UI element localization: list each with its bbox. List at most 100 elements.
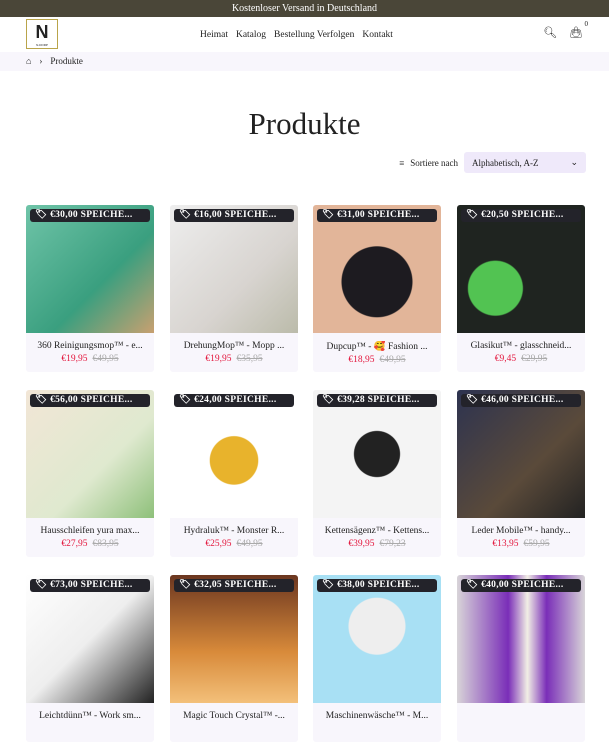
product-title[interactable]: Kettensägenz™ - Kettens... [313, 526, 441, 536]
product-image[interactable]: 🏷︎ €30,00 SPEICHE... [26, 205, 154, 333]
product-image[interactable]: 🏷︎ €24,00 SPEICHE... [170, 390, 298, 518]
discount-badge: 🏷︎ €24,00 SPEICHE... [174, 394, 294, 407]
product-title[interactable]: DrehungMop™ - Mopp ... [170, 341, 298, 351]
product-image[interactable]: 🏷︎ €31,00 SPEICHE... [313, 205, 441, 333]
sale-price: €13,95 [492, 539, 519, 549]
cart-count: 0 [584, 20, 589, 28]
tag-icon: 🏷︎ [179, 210, 192, 220]
discount-badge: 🏷︎ €40,00 SPEICHE... [461, 579, 581, 592]
tag-icon: 🏷︎ [466, 395, 479, 405]
product-card[interactable]: 🏷︎ €46,00 SPEICHE... Leder Mobile™ - han… [457, 390, 585, 557]
product-card[interactable]: 🏷︎ €38,00 SPEICHE... Maschinenwäsche™ - … [313, 575, 441, 742]
discount-badge: 🏷︎ €46,00 SPEICHE... [461, 394, 581, 407]
logo[interactable]: N N-DORP [26, 19, 58, 49]
nav-bestellung[interactable]: Bestellung Verfolgen [274, 30, 354, 40]
product-card[interactable]: 🏷︎ €16,00 SPEICHE... DrehungMop™ - Mopp … [170, 205, 298, 372]
discount-badge: 🏷︎ €16,00 SPEICHE... [174, 209, 294, 222]
tag-icon: 🏷︎ [466, 580, 479, 590]
tag-icon: 🏷︎ [179, 580, 192, 590]
sale-price: €19,95 [205, 354, 232, 364]
tag-icon: 🏷︎ [35, 580, 48, 590]
product-card[interactable]: 🏷︎ €32,05 SPEICHE... Magic Touch Crystal… [170, 575, 298, 742]
main-nav: Heimat Katalog Bestellung Verfolgen Kont… [200, 17, 393, 52]
discount-badge: 🏷︎ €38,00 SPEICHE... [317, 579, 437, 592]
announcement-bar: Kostenloser Versand in Deutschland [0, 0, 609, 17]
original-price: €49,95 [236, 539, 263, 549]
product-title[interactable]: Dupcup™ - 🥰 Fashion ... [313, 341, 441, 352]
badge-text: €30,00 SPEICHE... [50, 210, 133, 220]
product-title[interactable]: Magic Touch Crystal™ -... [170, 711, 298, 721]
sale-price: €39,95 [348, 539, 375, 549]
badge-text: €32,05 SPEICHE... [194, 580, 277, 590]
product-image[interactable]: 🏷︎ €20,50 SPEICHE... [457, 205, 585, 333]
product-image[interactable]: 🏷︎ €40,00 SPEICHE... [457, 575, 585, 703]
sale-price: €25,95 [205, 539, 232, 549]
discount-badge: 🏷︎ €31,00 SPEICHE... [317, 209, 437, 222]
search-icon[interactable]: 🔍︎ [543, 26, 557, 39]
logo-sub: N-DORP [36, 43, 48, 47]
discount-badge: 🏷︎ €32,05 SPEICHE... [174, 579, 294, 592]
page-title: Produkte [248, 106, 361, 141]
sale-price: €18,95 [348, 355, 375, 365]
product-card[interactable]: 🏷︎ €40,00 SPEICHE... [457, 575, 585, 742]
filter-lines-icon: ≡ [399, 157, 405, 168]
sale-price: €19,95 [61, 354, 88, 364]
nav-kontakt[interactable]: Kontakt [362, 30, 393, 40]
original-price: €83,95 [92, 539, 119, 549]
badge-text: €16,00 SPEICHE... [194, 210, 277, 220]
product-image[interactable]: 🏷︎ €38,00 SPEICHE... [313, 575, 441, 703]
product-title[interactable]: Hydraluk™ - Monster R... [170, 526, 298, 536]
sort-label: Sortiere nach [410, 157, 458, 168]
product-image[interactable]: 🏷︎ €73,00 SPEICHE... [26, 575, 154, 703]
product-image[interactable]: 🏷︎ €56,00 SPEICHE... [26, 390, 154, 518]
product-image[interactable]: 🏷︎ €39,28 SPEICHE... [313, 390, 441, 518]
tag-icon: 🏷︎ [466, 210, 479, 220]
original-price: €49,95 [92, 354, 119, 364]
product-card[interactable]: 🏷︎ €24,00 SPEICHE... Hydraluk™ - Monster… [170, 390, 298, 557]
product-image[interactable]: 🏷︎ €32,05 SPEICHE... [170, 575, 298, 703]
tag-icon: 🏷︎ [322, 210, 335, 220]
product-card[interactable]: 🏷︎ €31,00 SPEICHE... Dupcup™ - 🥰 Fashion… [313, 205, 441, 372]
product-card[interactable]: 🏷︎ €56,00 SPEICHE... Hausschleifen yura … [26, 390, 154, 557]
badge-text: €40,00 SPEICHE... [481, 580, 564, 590]
product-card[interactable]: 🏷︎ €73,00 SPEICHE... Leichtdünn™ - Work … [26, 575, 154, 742]
badge-text: €20,50 SPEICHE... [481, 210, 564, 220]
home-icon[interactable]: ⌂ [26, 52, 31, 71]
badge-text: €24,00 SPEICHE... [194, 395, 277, 405]
product-image[interactable]: 🏷︎ €16,00 SPEICHE... [170, 205, 298, 333]
tag-icon: 🏷︎ [35, 395, 48, 405]
product-title[interactable]: 360 Reinigungsmop™ - e... [26, 341, 154, 351]
product-title[interactable]: Maschinenwäsche™ - M... [313, 711, 441, 721]
product-card[interactable]: 🏷︎ €30,00 SPEICHE... 360 Reinigungsmop™ … [26, 205, 154, 372]
product-title[interactable]: Glasikut™ - glasschneid... [457, 341, 585, 351]
nav-katalog[interactable]: Katalog [236, 30, 266, 40]
product-title[interactable]: Leichtdünn™ - Work sm... [26, 711, 154, 721]
sort-control: ≡ Sortiere nach Alphabetisch, A-Z ⌄ [399, 152, 586, 173]
product-title[interactable]: Leder Mobile™ - handy... [457, 526, 585, 536]
badge-text: €31,00 SPEICHE... [337, 210, 420, 220]
discount-badge: 🏷︎ €73,00 SPEICHE... [30, 579, 150, 592]
original-price: €59,95 [523, 539, 550, 549]
badge-text: €39,28 SPEICHE... [337, 395, 420, 405]
chevron-right-icon: › [39, 56, 43, 66]
nav-heimat[interactable]: Heimat [200, 30, 228, 40]
tag-icon: 🏷︎ [179, 395, 192, 405]
product-title[interactable]: Hausschleifen yura max... [26, 526, 154, 536]
badge-text: €73,00 SPEICHE... [50, 580, 133, 590]
badge-text: €46,00 SPEICHE... [481, 395, 564, 405]
sort-value: Alphabetisch, A-Z [472, 157, 539, 168]
logo-letter: N [35, 22, 49, 42]
product-card[interactable]: 🏷︎ €20,50 SPEICHE... Glasikut™ - glassch… [457, 205, 585, 372]
sale-price: €27,95 [61, 539, 88, 549]
original-price: €35,95 [236, 354, 263, 364]
breadcrumb: ⌂ › Produkte [0, 52, 609, 71]
product-card[interactable]: 🏷︎ €39,28 SPEICHE... Kettensägenz™ - Ket… [313, 390, 441, 557]
discount-badge: 🏷︎ €20,50 SPEICHE... [461, 209, 581, 222]
tag-icon: 🏷︎ [322, 395, 335, 405]
cart-icon[interactable]: 👜︎ 0 [569, 20, 588, 39]
discount-badge: 🏷︎ €30,00 SPEICHE... [30, 209, 150, 222]
sort-select[interactable]: Alphabetisch, A-Z ⌄ [464, 152, 586, 173]
breadcrumb-current: Produkte [50, 56, 83, 66]
original-price: €49,95 [379, 355, 406, 365]
product-image[interactable]: 🏷︎ €46,00 SPEICHE... [457, 390, 585, 518]
